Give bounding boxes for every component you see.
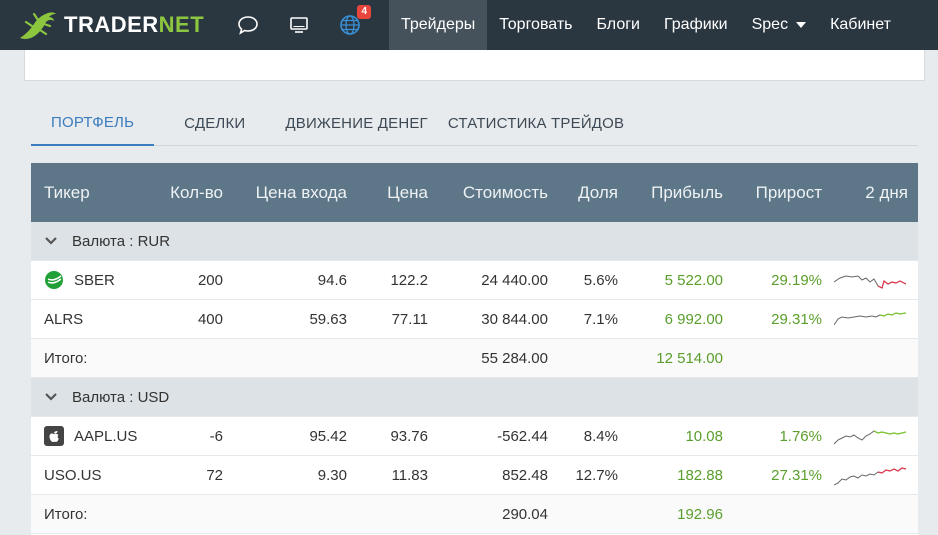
total-profit: 192.96 bbox=[677, 505, 723, 523]
total-profit: 12 514.00 bbox=[656, 349, 723, 367]
tab-trade-statistics[interactable]: СТАТИСТИКА ТРЕЙДОВ bbox=[448, 100, 644, 146]
chevron-down-icon bbox=[45, 393, 57, 401]
col-profit[interactable]: Прибыль bbox=[624, 183, 729, 203]
chevron-down-icon bbox=[45, 237, 57, 245]
col-two-days[interactable]: 2 дня bbox=[828, 183, 918, 203]
terminal-button[interactable] bbox=[273, 0, 324, 50]
price-cell: 77.11 bbox=[391, 310, 428, 328]
group-header-rur[interactable]: Валюта : RUR bbox=[31, 222, 918, 261]
col-ticker[interactable]: Тикер bbox=[31, 183, 149, 203]
table-row[interactable]: ALRS 400 59.63 77.11 30 844.00 7.1% 6 99… bbox=[31, 300, 918, 339]
sparkline-chart[interactable] bbox=[834, 268, 906, 292]
nav-item-traders[interactable]: Трейдеры bbox=[389, 0, 488, 50]
price-cell: 11.83 bbox=[391, 466, 428, 484]
col-price[interactable]: Цена bbox=[353, 183, 434, 203]
nav-item-spec[interactable]: Spec bbox=[740, 0, 818, 50]
chat-bubble-icon bbox=[237, 16, 258, 35]
portfolio-tabs: ПОРТФЕЛЬ СДЕЛКИ ДВИЖЕНИЕ ДЕНЕГ СТАТИСТИК… bbox=[31, 100, 918, 146]
monitor-icon bbox=[289, 17, 308, 33]
qty-cell: 200 bbox=[197, 271, 223, 289]
group-header-usd[interactable]: Валюта : USD bbox=[31, 378, 918, 417]
col-qty[interactable]: Кол-во bbox=[149, 183, 229, 203]
ticker-symbol[interactable]: SBER bbox=[74, 272, 115, 289]
apple-logo-icon bbox=[44, 426, 64, 446]
top-navbar: TRADERNET 4 Трейдеры Торговать Блоги Гра… bbox=[0, 0, 938, 50]
markets-button[interactable]: 4 bbox=[324, 0, 375, 50]
price-cell: 122.2 bbox=[390, 271, 428, 289]
col-growth[interactable]: Прирост bbox=[729, 183, 828, 203]
tab-portfolio[interactable]: ПОРТФЕЛЬ bbox=[31, 100, 155, 146]
tab-money-movement[interactable]: ДВИЖЕНИЕ ДЕНЕГ bbox=[265, 100, 448, 146]
logo-text-accent: NET bbox=[158, 12, 205, 37]
share-cell: 8.4% bbox=[583, 427, 618, 445]
ticker-symbol[interactable]: ALRS bbox=[44, 311, 83, 328]
nav-item-blogs[interactable]: Блоги bbox=[584, 0, 652, 50]
sparkline-chart[interactable] bbox=[834, 307, 906, 331]
table-row[interactable]: USO.US 72 9.30 11.83 852.48 12.7% 182.88… bbox=[31, 456, 918, 495]
table-header: Тикер Кол-во Цена входа Цена Стоимость Д… bbox=[31, 163, 918, 222]
price-cell: 93.76 bbox=[390, 427, 428, 445]
ticker-symbol[interactable]: AAPL.US bbox=[74, 428, 137, 445]
value-cell: 852.48 bbox=[502, 466, 548, 484]
col-entry-price[interactable]: Цена входа bbox=[229, 183, 353, 203]
tradernet-logo[interactable]: TRADERNET bbox=[0, 0, 222, 50]
growth-cell: 1.76% bbox=[779, 427, 822, 445]
entry-price-cell: 95.42 bbox=[309, 427, 347, 445]
col-value[interactable]: Стоимость bbox=[434, 183, 554, 203]
sparkline-chart[interactable] bbox=[834, 424, 906, 448]
value-cell: 30 844.00 bbox=[481, 310, 548, 328]
notification-badge: 4 bbox=[357, 5, 371, 19]
sberbank-logo-icon bbox=[45, 271, 63, 289]
nav-item-trade[interactable]: Торговать bbox=[487, 0, 584, 50]
value-cell: 24 440.00 bbox=[481, 271, 548, 289]
profit-cell: 10.08 bbox=[685, 427, 723, 445]
portfolio-table: Тикер Кол-во Цена входа Цена Стоимость Д… bbox=[31, 163, 918, 535]
value-cell: -562.44 bbox=[497, 427, 548, 445]
entry-price-cell: 94.6 bbox=[317, 271, 347, 289]
share-cell: 7.1% bbox=[583, 310, 618, 328]
total-value: 290.04 bbox=[502, 505, 548, 523]
caret-down-icon bbox=[796, 22, 807, 28]
entry-price-cell: 9.30 bbox=[317, 466, 347, 484]
nav-item-charts[interactable]: Графики bbox=[652, 0, 740, 50]
table-row[interactable]: AAPL.US -6 95.42 93.76 -562.44 8.4% 10.0… bbox=[31, 417, 918, 456]
group-total-row: Итого: 55 284.00 12 514.00 bbox=[31, 339, 918, 378]
growth-cell: 29.19% bbox=[771, 271, 822, 289]
content-panel bbox=[24, 50, 925, 81]
profit-cell: 6 992.00 bbox=[664, 310, 723, 328]
share-cell: 5.6% bbox=[583, 271, 618, 289]
entry-price-cell: 59.63 bbox=[309, 310, 347, 328]
col-share[interactable]: Доля bbox=[554, 183, 624, 203]
total-value: 55 284.00 bbox=[481, 349, 548, 367]
tab-deals[interactable]: СДЕЛКИ bbox=[154, 100, 265, 146]
group-label: Валюта : USD bbox=[72, 388, 170, 406]
group-label: Валюта : RUR bbox=[72, 232, 171, 250]
table-row[interactable]: SBER 200 94.6 122.2 24 440.00 5.6% 5 522… bbox=[31, 261, 918, 300]
logo-text-main: TRADER bbox=[64, 12, 159, 37]
group-total-row: Итого: 290.04 192.96 bbox=[31, 495, 918, 534]
total-label: Итого: bbox=[44, 349, 88, 367]
lizard-logo-icon bbox=[20, 12, 56, 39]
profit-cell: 182.88 bbox=[677, 466, 723, 484]
growth-cell: 27.31% bbox=[771, 466, 822, 484]
qty-cell: -6 bbox=[209, 427, 223, 445]
qty-cell: 400 bbox=[197, 310, 223, 328]
share-cell: 12.7% bbox=[575, 466, 618, 484]
ticker-symbol[interactable]: USO.US bbox=[44, 467, 102, 484]
profit-cell: 5 522.00 bbox=[664, 271, 723, 289]
total-label: Итого: bbox=[44, 505, 88, 523]
nav-item-cabinet[interactable]: Кабинет bbox=[818, 0, 903, 50]
qty-cell: 72 bbox=[206, 466, 223, 484]
chat-button[interactable] bbox=[222, 0, 273, 50]
growth-cell: 29.31% bbox=[771, 310, 822, 328]
sparkline-chart[interactable] bbox=[834, 463, 906, 487]
